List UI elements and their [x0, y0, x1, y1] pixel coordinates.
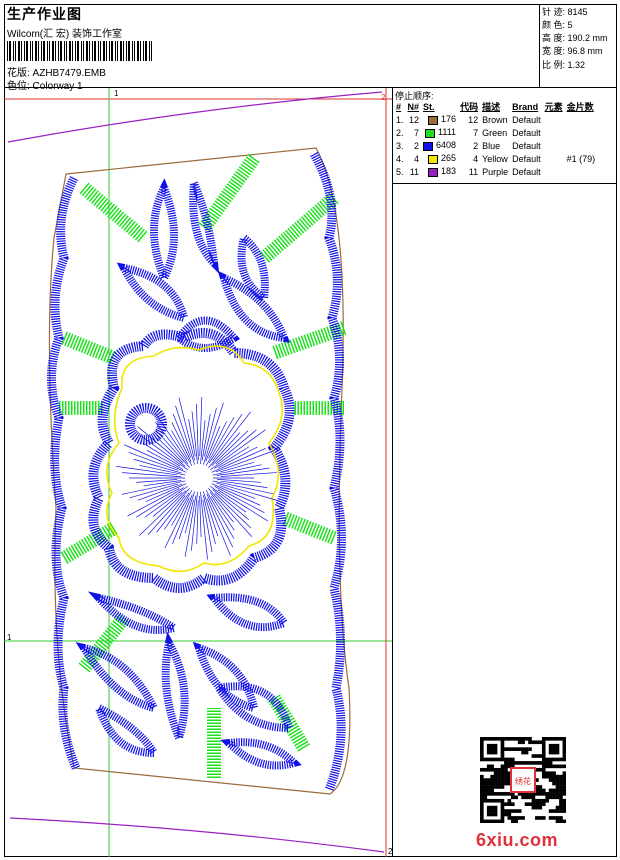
- row-needle: 7: [414, 127, 420, 138]
- embroidery-artwork: 1 2 1 2: [4, 88, 393, 857]
- row-stitch-count: 183: [441, 166, 457, 177]
- purple-curve-bottom: [9, 817, 385, 853]
- header-info: 生产作业图 Wilcom(汇 宏) 装饰工作室 花版: AZHB7479.EMB…: [4, 4, 540, 92]
- color-swatch: [425, 128, 436, 138]
- row-stitch-count: 265: [441, 153, 457, 164]
- row-element: [543, 152, 565, 165]
- row-element: [543, 113, 565, 126]
- col-header: N#: [407, 101, 420, 112]
- flower-center-rays: [115, 397, 279, 560]
- row-description: Green: [482, 127, 508, 138]
- barcode: [7, 41, 152, 61]
- row-description: Brown: [482, 114, 508, 125]
- page-title: 生产作业图: [7, 6, 82, 22]
- col-header: 代码: [460, 102, 479, 112]
- row-brand: Default: [512, 127, 541, 138]
- design-preview: 1 2 1 2: [4, 88, 393, 857]
- row-element: [543, 139, 565, 152]
- row-index: 5.: [396, 166, 404, 177]
- col-header: 金片数: [566, 102, 594, 112]
- design-stats: 针 迹: 8145 颜 色: 5 高 度: 190.2 mm 宽 度: 96.8…: [540, 4, 617, 88]
- row-sequins: [565, 113, 598, 126]
- row-description: Yellow: [482, 153, 508, 164]
- blue-leaves-upper: [116, 178, 291, 352]
- row-sequins: [565, 126, 598, 139]
- row-stitches: 183: [421, 165, 458, 178]
- color-swatch: [428, 167, 439, 177]
- row-index: 1.: [396, 114, 404, 125]
- row-needle: 11: [409, 166, 420, 177]
- row-code: 4: [473, 153, 479, 164]
- row-index: 4.: [396, 153, 404, 164]
- qr-code: 绣花: [480, 737, 566, 823]
- row-sequins: [565, 139, 598, 152]
- row-code: 12: [468, 114, 479, 125]
- color-count: 颜 色: 5: [542, 20, 573, 30]
- marker-2-top: 2: [381, 93, 386, 102]
- row-description: Purple: [482, 166, 509, 177]
- row-element: [543, 165, 565, 178]
- color-row: 3. 2 6408 2 Blue Default: [394, 139, 597, 152]
- row-stitches: 176: [421, 113, 458, 126]
- watermark-logo: 6xiu.com: [476, 830, 559, 850]
- col-header: 元素: [544, 102, 563, 112]
- row-code: 7: [473, 127, 479, 138]
- design-width: 宽 度: 96.8 mm: [542, 46, 603, 56]
- stop-sequence-panel: 停止顺序: # N# St. 代码 描述 Brand 元素 金片数 1. 12 17…: [393, 88, 617, 184]
- row-needle: 4: [414, 153, 420, 164]
- row-stitches: 1111: [421, 126, 458, 139]
- row-brand: Default: [512, 166, 541, 177]
- row-sequins: #1 (79): [566, 153, 596, 164]
- col-header: #: [396, 101, 402, 112]
- row-needle: 12: [409, 114, 420, 125]
- color-table-header: # N# St. 代码 描述 Brand 元素 金片数: [394, 100, 597, 113]
- color-row: 1. 12 176 12 Brown Default: [394, 113, 597, 126]
- row-stitches: 6408: [421, 139, 458, 152]
- row-description: Blue: [482, 140, 501, 151]
- qr-badge-text: 绣花: [515, 776, 531, 786]
- col-header: 描述: [482, 102, 501, 112]
- design-scale: 比 例: 1.32: [542, 60, 586, 70]
- color-row: 4. 4 265 4 Yellow Default #1 (79): [394, 152, 597, 165]
- row-index: 3.: [396, 140, 404, 151]
- color-swatch: [428, 115, 439, 125]
- marker-1-left: 1: [7, 633, 12, 642]
- row-brand: Default: [512, 153, 541, 164]
- col-header: St.: [423, 101, 435, 112]
- row-needle: 2: [414, 140, 420, 151]
- color-row: 2. 7 1111 7 Green Default: [394, 126, 597, 139]
- row-code: 2: [473, 140, 479, 151]
- row-stitch-count: 6408: [436, 140, 457, 151]
- color-table: # N# St. 代码 描述 Brand 元素 金片数 1. 12 176 12 Bro…: [394, 100, 597, 178]
- row-element: [543, 126, 565, 139]
- color-swatch: [423, 141, 434, 151]
- row-stitch-count: 1111: [438, 127, 457, 138]
- row-sequins: [565, 165, 598, 178]
- row-stitches: 265: [421, 152, 458, 165]
- yellow-outline: [106, 345, 284, 573]
- row-code: 11: [468, 166, 479, 177]
- company-name: Wilcom(汇 宏) 装饰工作室: [7, 29, 122, 40]
- row-index: 2.: [396, 127, 404, 138]
- row-brand: Default: [512, 114, 541, 125]
- row-stitch-count: 176: [441, 114, 457, 125]
- col-header: Brand: [512, 101, 539, 112]
- design-height: 高 度: 190.2 mm: [542, 33, 608, 43]
- stitch-count: 针 迹: 8145: [542, 7, 588, 17]
- row-brand: Default: [512, 140, 541, 151]
- color-swatch: [428, 154, 439, 164]
- color-row: 5. 11 183 11 Purple Default: [394, 165, 597, 178]
- marker-1-top: 1: [114, 89, 119, 98]
- marker-2-bottom: 2: [388, 847, 393, 856]
